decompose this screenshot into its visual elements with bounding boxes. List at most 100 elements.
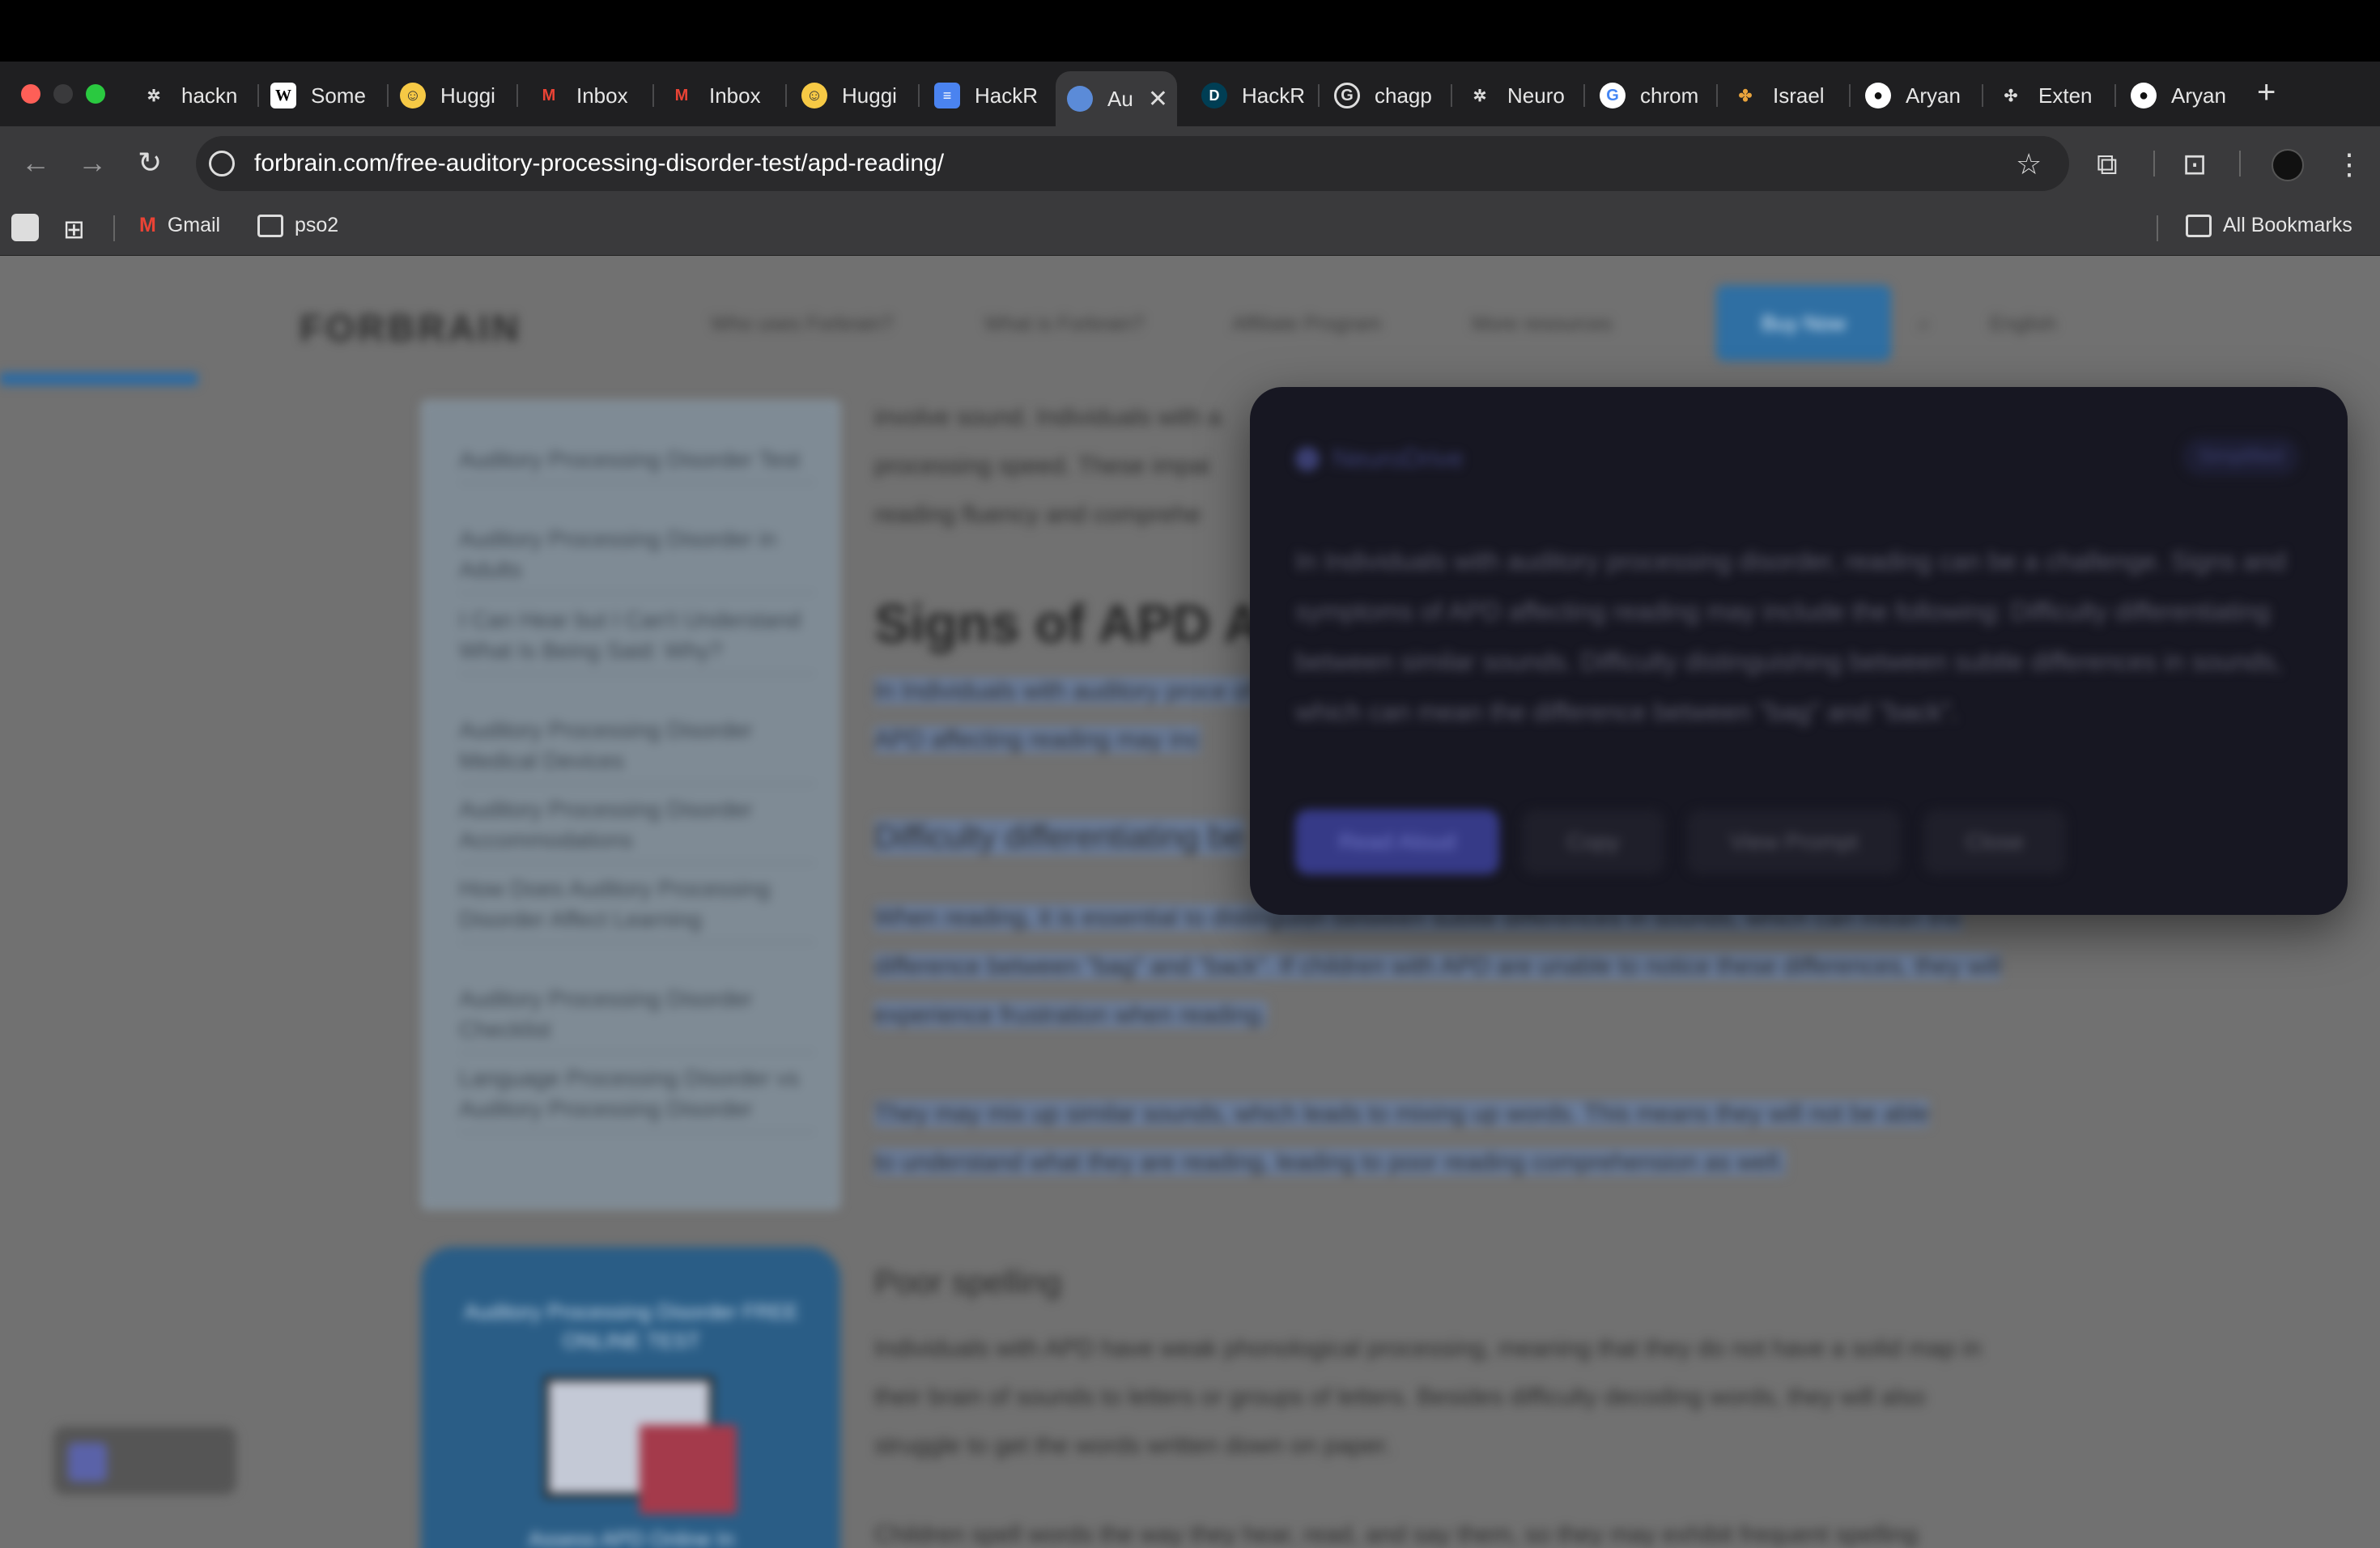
window-titlebar: [0, 0, 2380, 62]
buy-now-button[interactable]: Buy Now: [1716, 285, 1891, 361]
close-popup-button[interactable]: Close: [1923, 810, 2066, 874]
reload-icon[interactable]: ↻: [138, 146, 162, 180]
nav-affiliate[interactable]: Affiliate Program: [1232, 313, 1381, 336]
tab-inbox-2[interactable]: M Inbox: [657, 71, 787, 120]
highlighted-text: Difficulty differentiating be: [874, 819, 1244, 855]
tab-au-active[interactable]: Au ✕: [1056, 71, 1177, 126]
tab-separator: [1849, 84, 1851, 107]
bookmarks-bar: [0, 201, 2380, 256]
minimize-window-button[interactable]: [53, 84, 73, 104]
article-highlight-intro: In Individuals with auditory proce of AP…: [874, 667, 1263, 764]
tab-separator: [1982, 84, 1983, 107]
toc-item[interactable]: Auditory Processing Disorder Medical Dev…: [459, 715, 815, 785]
tab-search-icon[interactable]: ⊡: [2182, 147, 2207, 181]
globe-icon: [1067, 86, 1093, 112]
language-selector[interactable]: English: [1990, 313, 2056, 336]
tab-exten[interactable]: ✣ Exten: [1987, 71, 2116, 120]
close-tab-icon[interactable]: ✕: [1148, 85, 1168, 113]
bookmark-pso2[interactable]: pso2: [257, 214, 338, 237]
all-bookmarks-button[interactable]: All Bookmarks: [2186, 214, 2352, 237]
tab-hackr[interactable]: ≡ HackR: [923, 71, 1052, 120]
tab-separator: [1451, 84, 1452, 107]
toc-item[interactable]: I Can Hear but I Can't Understand What I…: [459, 605, 815, 674]
tab-some[interactable]: W Some: [259, 71, 389, 120]
all-bookmarks-label: All Bookmarks: [2223, 214, 2352, 236]
table-of-contents: Auditory Processing Disorder Test Audito…: [421, 400, 840, 1210]
bookmark-gmail[interactable]: M Gmail: [139, 214, 220, 237]
tab-title: Some: [311, 83, 366, 108]
tab-inbox[interactable]: M Inbox: [525, 71, 654, 120]
read-aloud-button[interactable]: Read Aloud: [1295, 810, 1499, 874]
toc-item[interactable]: Auditory Processing Disorder in Adults: [459, 524, 815, 593]
gmail-icon: M: [674, 86, 689, 104]
toc-item[interactable]: How Does Auditory Processing Disorder Af…: [459, 874, 815, 943]
toc-item[interactable]: Auditory Processing Disorder Accommodati…: [459, 794, 815, 864]
sidebar-toggle-icon[interactable]: [11, 214, 39, 241]
nav-what-is[interactable]: What is Forbrain?: [984, 313, 1144, 336]
promo-subtitle: Assess APD Online In: [528, 1527, 735, 1548]
bookmark-label: Gmail: [167, 214, 221, 236]
forbrain-logo[interactable]: FORBRAIN: [300, 306, 522, 350]
tab-title: chrom: [1640, 83, 1699, 108]
tab-hackr-2[interactable]: D HackR: [1190, 71, 1320, 120]
copy-button[interactable]: Copy: [1522, 810, 1664, 874]
floating-toolbar-button[interactable]: [68, 1443, 107, 1482]
apd-test-promo[interactable]: Auditory Processing Disorder FREE ONLINE…: [421, 1247, 840, 1548]
bookmarks-divider: [2157, 215, 2158, 241]
view-prompt-button[interactable]: View Prompt: [1687, 810, 1901, 874]
bookmark-star-icon[interactable]: ☆: [2016, 147, 2042, 181]
site-info-icon[interactable]: [209, 151, 235, 176]
bookmarks-divider: [113, 215, 115, 241]
site-search-icon[interactable]: ⌕: [1919, 313, 1930, 336]
more-menu-icon[interactable]: ⋮: [2335, 147, 2364, 181]
maximize-window-button[interactable]: [86, 84, 105, 104]
bookmark-label: pso2: [295, 214, 339, 236]
reading-progress-bar: [0, 372, 198, 385]
tab-huggi-2[interactable]: ☺ Huggi: [790, 71, 920, 120]
toc-item[interactable]: Language Processing Disorder vs Auditory…: [459, 1063, 815, 1133]
toc-item[interactable]: Auditory Processing Disorder Checklist: [459, 984, 815, 1053]
puzzle-icon: ✣: [2004, 87, 2018, 105]
toc-item[interactable]: Auditory Processing Disorder Test: [459, 444, 815, 483]
tab-title: Exten: [2038, 83, 2093, 108]
tab-separator: [1583, 84, 1585, 107]
nav-who-uses[interactable]: Who uses Forbrain?: [711, 313, 893, 336]
promo-phone-image: [640, 1425, 737, 1514]
extension-popup: NeuroDrive Simplified In Individuals wit…: [1250, 387, 2348, 915]
highlighted-text: When reading, it is essential to disting…: [874, 904, 2002, 1028]
huggingface-icon: ☺: [400, 83, 426, 108]
google-icon: G: [1334, 83, 1360, 108]
extensions-puzzle-icon[interactable]: ⧉: [2097, 147, 2118, 182]
tab-hackn[interactable]: ✲ hackn: [130, 71, 259, 120]
brain-icon: [1295, 446, 1320, 471]
tab-title: Au: [1107, 86, 1133, 111]
new-tab-button[interactable]: +: [2257, 74, 2276, 111]
chatgpt-icon: ✲: [147, 87, 161, 105]
tab-chagp[interactable]: G chagp: [1323, 71, 1452, 120]
huggingface-icon: ☺: [801, 83, 827, 108]
forward-arrow-icon[interactable]: →: [78, 146, 107, 180]
tab-separator: [1318, 84, 1320, 107]
tab-title: Neuro: [1507, 83, 1565, 108]
popup-brand-label: NeuroDrive: [1332, 444, 1464, 473]
tab-israel[interactable]: ✤ Israel: [1721, 71, 1851, 120]
tab-chrom[interactable]: G chrom: [1588, 71, 1718, 120]
gmail-icon: M: [542, 86, 556, 104]
back-arrow-icon[interactable]: ←: [21, 146, 50, 180]
profile-avatar[interactable]: [2272, 149, 2304, 181]
tab-neuro[interactable]: ✲ Neuro: [1456, 71, 1585, 120]
tab-huggi[interactable]: ☺ Huggi: [389, 71, 518, 120]
tab-aryan[interactable]: ● Aryan: [1854, 71, 1983, 120]
close-window-button[interactable]: [21, 84, 40, 104]
tab-aryan-2[interactable]: ● Aryan: [2119, 71, 2241, 120]
popup-simplified-text: In Individuals with auditory processing …: [1295, 546, 2286, 726]
url-text[interactable]: forbrain.com/free-auditory-processing-di…: [254, 150, 944, 177]
nav-more-resources[interactable]: More resources: [1472, 313, 1613, 336]
tab-separator: [516, 84, 518, 107]
article-paragraph: They may mix up similar sounds, which le…: [874, 1090, 1943, 1187]
tab-title: HackR: [975, 83, 1039, 108]
apps-grid-icon[interactable]: ⊞: [63, 214, 85, 245]
article-paragraph: Children spell words the way they hear, …: [874, 1521, 1919, 1548]
article-subheading: Poor spelling: [874, 1265, 1062, 1300]
tab-title: Aryan: [1906, 83, 1961, 108]
